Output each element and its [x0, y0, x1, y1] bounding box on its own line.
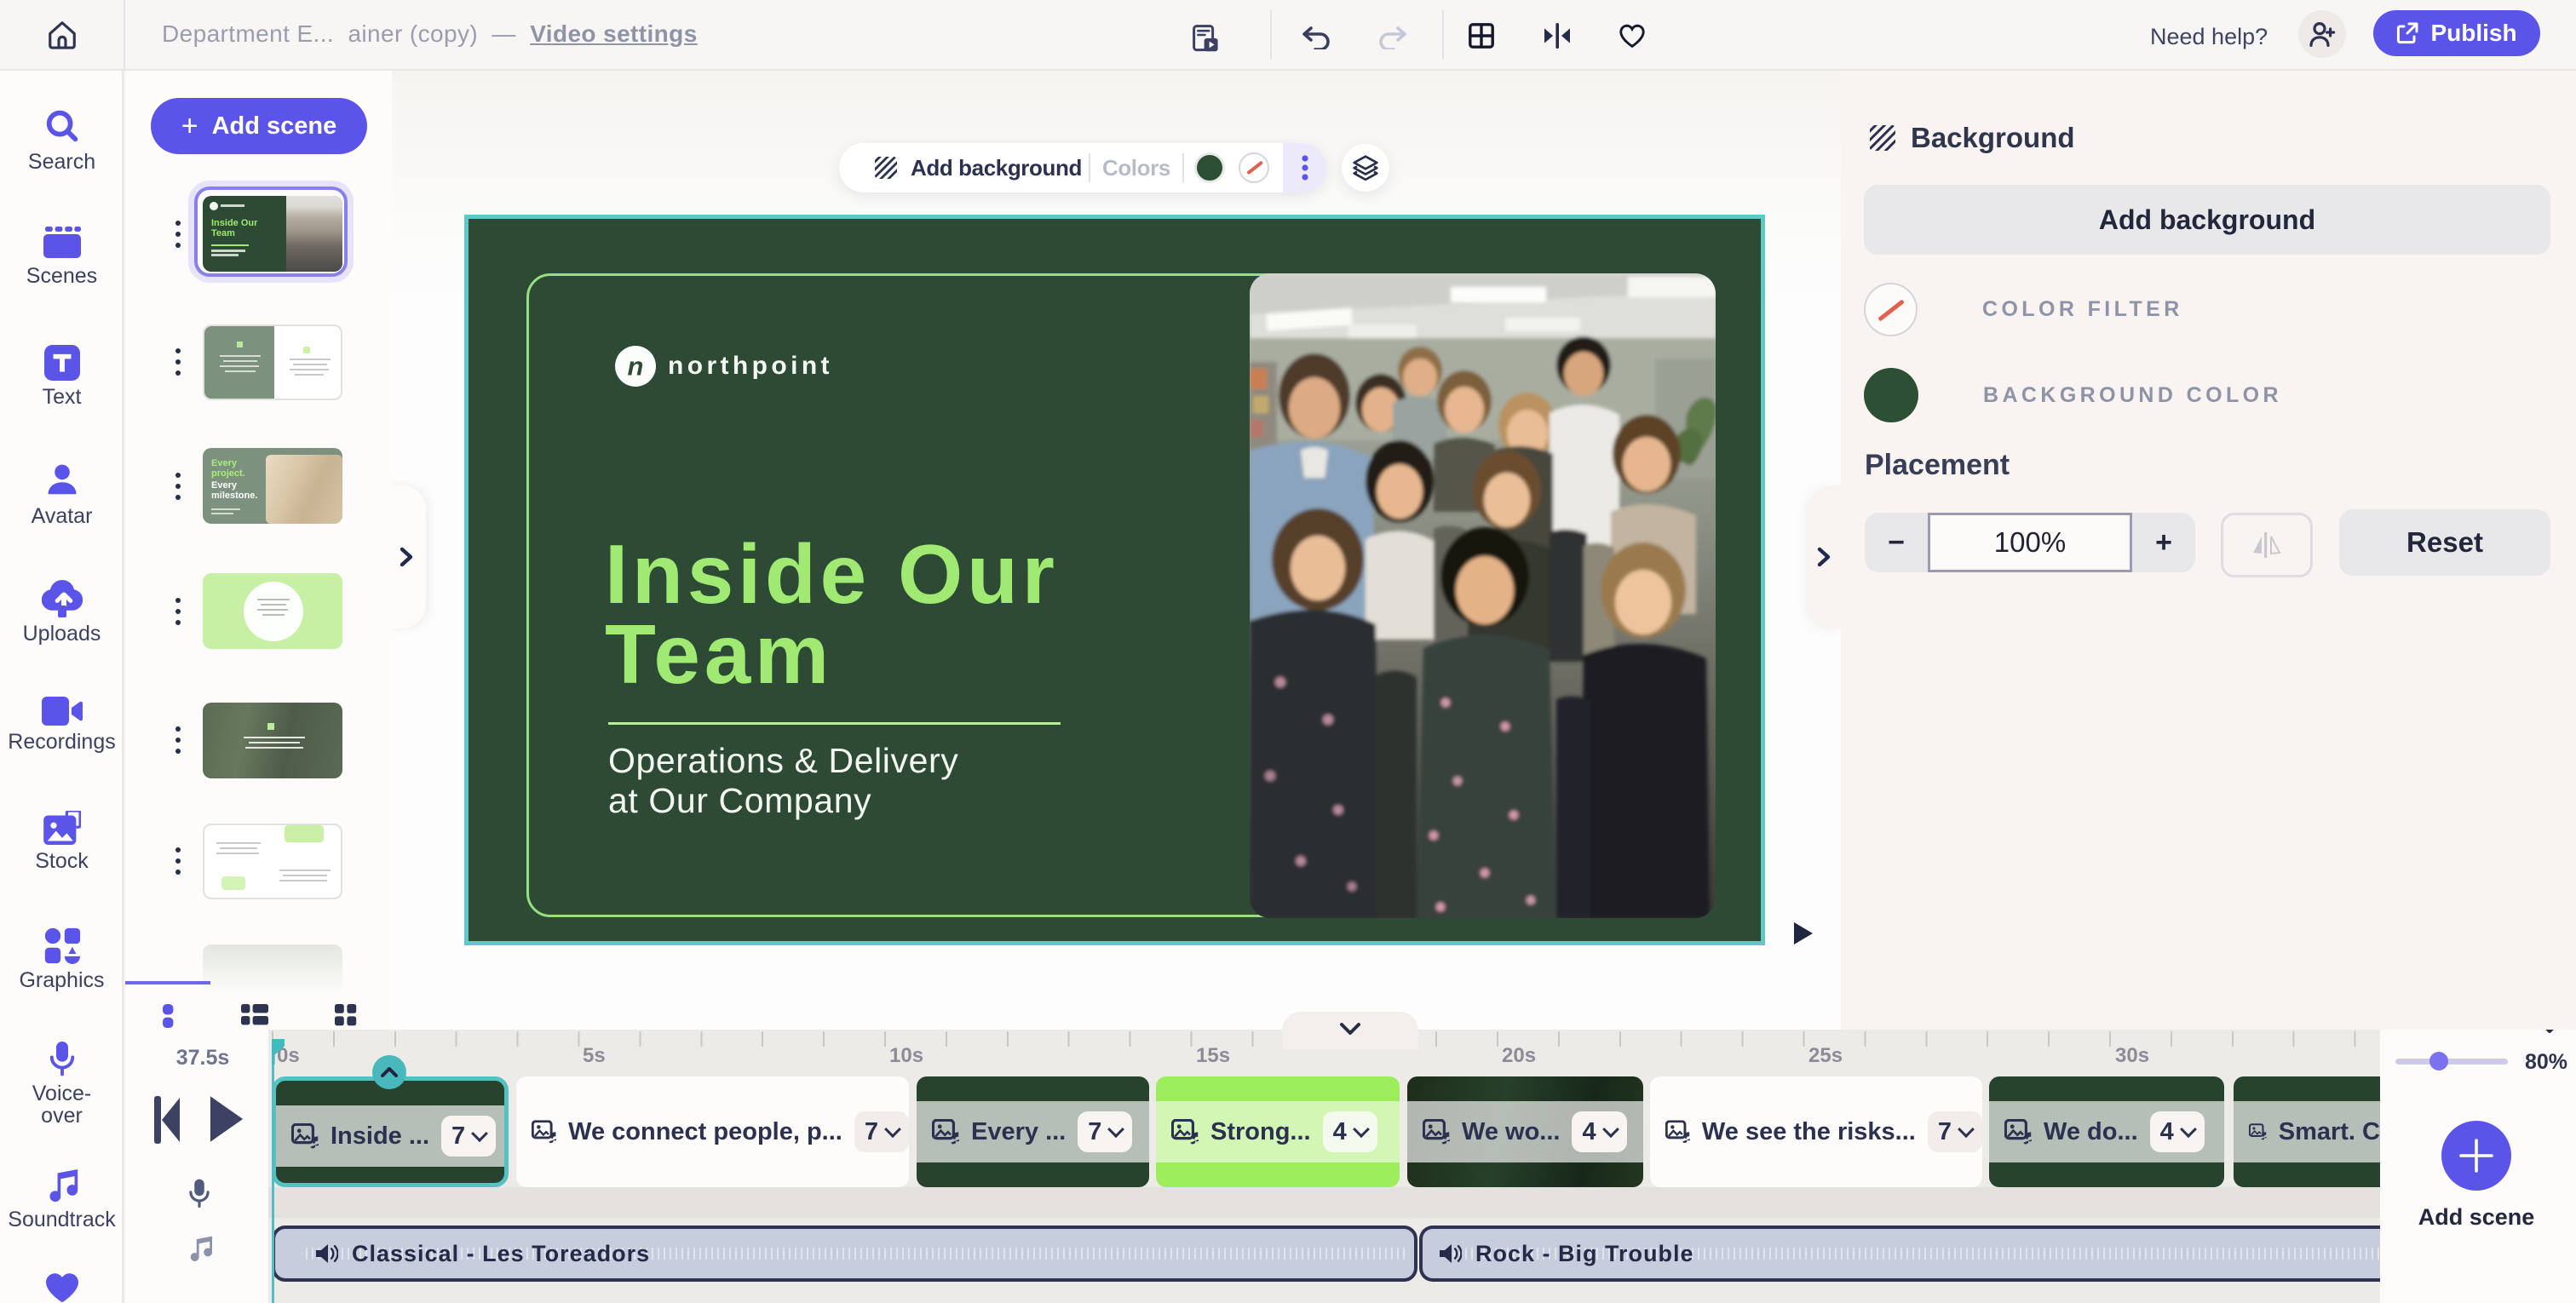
svg-text:n: n — [628, 351, 644, 381]
